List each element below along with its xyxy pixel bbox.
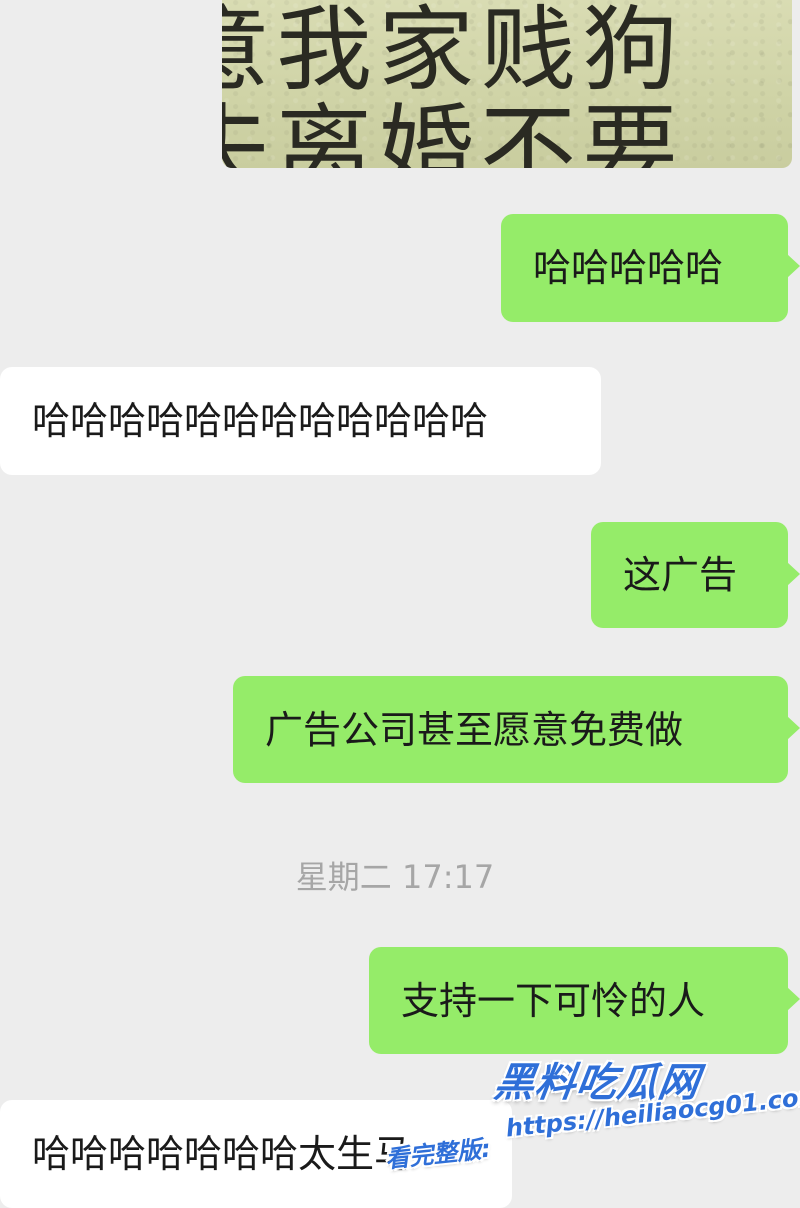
message-text: 这广告	[623, 553, 738, 597]
chat-conversation: 意我家贱狗 夫离婚不要 哈哈哈哈哈 哈哈哈哈哈哈哈哈哈哈哈哈 这广告 广告公司甚…	[0, 0, 800, 1208]
my-message-bubble[interactable]: 这广告	[591, 522, 800, 628]
message-text: 哈哈哈哈哈哈哈太生马	[32, 1132, 413, 1176]
image-message[interactable]: 意我家贱狗 夫离婚不要	[222, 0, 792, 168]
watermark-url: https://heiliaocg01.com	[504, 1081, 800, 1143]
my-message-bubble[interactable]: 支持一下可怜的人	[369, 947, 800, 1054]
image-text-line-1: 意我家贱狗	[222, 0, 684, 104]
my-message-bubble[interactable]: 广告公司甚至愿意免费做	[233, 676, 800, 783]
message-text: 哈哈哈哈哈哈哈哈哈哈哈哈	[32, 399, 489, 443]
message-timestamp: 星期二 17:17	[295, 858, 495, 896]
watermark-brand: 黑料吃瓜网	[491, 1060, 703, 1106]
their-message-bubble[interactable]: 哈哈哈哈哈哈哈太生马	[0, 1100, 512, 1208]
image-text-line-2: 夫离婚不要	[222, 94, 684, 168]
message-text: 支持一下可怜的人	[401, 978, 706, 1023]
their-message-bubble[interactable]: 哈哈哈哈哈哈哈哈哈哈哈哈	[0, 367, 601, 475]
my-message-bubble[interactable]: 哈哈哈哈哈	[501, 214, 800, 322]
message-text: 哈哈哈哈哈	[533, 246, 724, 290]
message-text: 广告公司甚至愿意免费做	[265, 707, 684, 752]
